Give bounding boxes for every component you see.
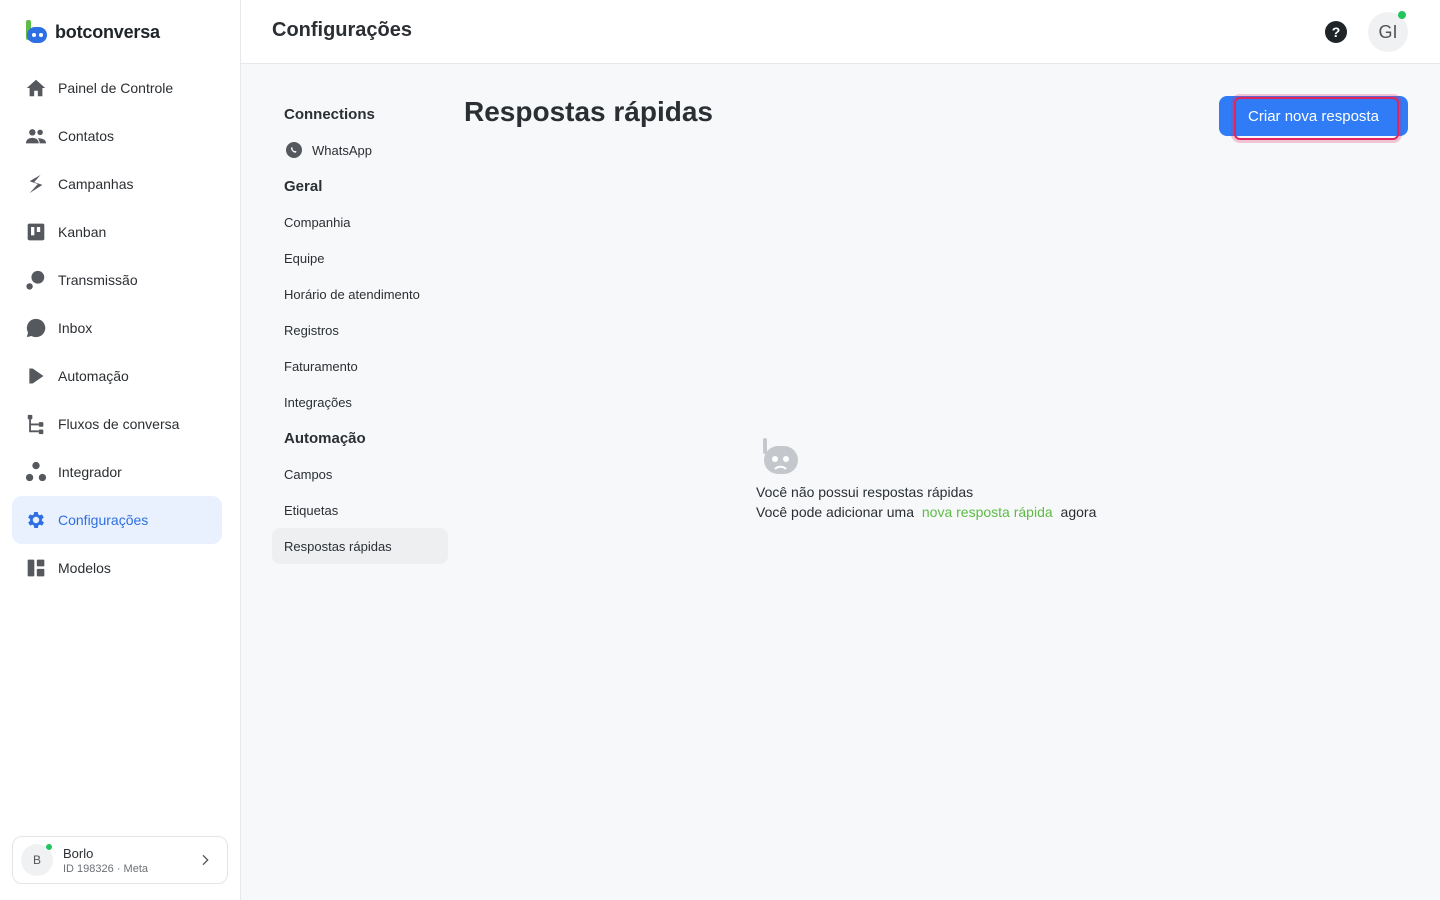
sidebar-item-modelos[interactable]: Modelos [12,544,222,592]
sidebar-item-label: Inbox [58,320,93,336]
chevron-right-icon [197,852,213,873]
subnav-item-whatsapp[interactable]: WhatsApp [272,132,448,168]
whatsapp-icon [286,142,302,158]
online-status-dot [1398,11,1406,19]
subnav-item-campos[interactable]: Campos [272,456,448,492]
sidebar-item-label: Configurações [58,512,149,528]
empty-hint-post: agora [1060,504,1097,520]
play-icon [24,364,48,388]
subnav-item-horario[interactable]: Horário de atendimento [272,276,448,312]
sad-robot-icon [760,438,800,478]
sidebar: botconversa Painel de Controle Contatos … [0,0,241,900]
sidebar-item-inbox[interactable]: Inbox [12,304,222,352]
flow-icon [24,412,48,436]
sidebar-item-configuracoes[interactable]: Configurações [12,496,222,544]
sidebar-item-transmissao[interactable]: Transmissão [12,256,222,304]
workspace-name: Borlo [63,845,94,861]
user-avatar[interactable]: GI [1368,11,1408,52]
subnav-item-registros[interactable]: Registros [272,312,448,348]
botconversa-logo-icon [24,20,47,44]
subnav-heading-connections: Connections [284,105,375,123]
page-title: Configurações [272,19,413,41]
integrator-icon [24,460,48,484]
top-header: Configurações ? GI [241,0,1440,64]
sidebar-item-contatos[interactable]: Contatos [12,112,222,160]
subnav-item-faturamento[interactable]: Faturamento [272,348,448,384]
sidebar-item-label: Modelos [58,560,111,576]
sidebar-item-label: Contatos [58,128,115,144]
sidebar-item-fluxos[interactable]: Fluxos de conversa [12,400,222,448]
empty-hint: Você pode adicionar uma nova resposta rá… [756,504,1096,520]
create-quick-reply-button[interactable]: Criar nova resposta [1219,96,1408,140]
sidebar-item-painel[interactable]: Painel de Controle [12,64,222,112]
empty-message: Você não possui respostas rápidas [756,484,974,500]
online-status-dot [45,843,53,851]
workspace-initial: B [32,853,41,867]
workspace-avatar: B [21,843,53,876]
gear-icon [24,508,48,532]
subnav-heading-automacao: Automação [284,429,366,447]
users-icon [24,124,48,148]
sidebar-item-label: Integrador [58,464,122,480]
sidebar-item-campanhas[interactable]: Campanhas [12,160,222,208]
help-icon[interactable]: ? [1325,21,1347,43]
empty-hint-pre: Você pode adicionar uma [756,504,914,520]
subnav-item-equipe[interactable]: Equipe [272,240,448,276]
section-title: Respostas rápidas [464,96,713,127]
subnav-item-integracoes[interactable]: Integrações [272,384,448,420]
workspace-switcher[interactable]: B Borlo ID 198326 · Meta [12,836,228,884]
brand-name: botconversa [55,21,160,42]
broadcast-icon [24,268,48,292]
sidebar-item-label: Transmissão [58,272,138,288]
sidebar-item-label: Campanhas [58,176,134,192]
empty-state: Você não possui respostas rápidas Você p… [756,438,1096,520]
home-icon [24,76,48,100]
templates-icon [24,556,48,580]
subnav-item-label: WhatsApp [312,142,372,158]
campaign-icon [24,172,48,196]
sidebar-item-label: Automação [58,368,129,384]
subnav-item-etiquetas[interactable]: Etiquetas [272,492,448,528]
new-quick-reply-link[interactable]: nova resposta rápida [922,504,1053,520]
settings-subnav: Connections WhatsApp Geral Companhia Equ… [272,96,448,564]
sidebar-item-kanban[interactable]: Kanban [12,208,222,256]
chat-bubble-icon [24,316,48,340]
subnav-item-respostas-rapidas[interactable]: Respostas rápidas [272,528,448,564]
user-initials: GI [1378,21,1398,42]
sidebar-item-label: Fluxos de conversa [58,416,180,432]
kanban-icon [24,220,48,244]
sidebar-item-automacao[interactable]: Automação [12,352,222,400]
subnav-heading-geral: Geral [284,177,323,195]
subnav-item-companhia[interactable]: Companhia [272,204,448,240]
sidebar-item-label: Painel de Controle [58,80,174,96]
brand[interactable]: botconversa [24,20,160,44]
create-button-label: Criar nova resposta [1248,107,1379,125]
workspace-id: ID 198326 · Meta [63,862,148,875]
sidebar-item-integrador[interactable]: Integrador [12,448,222,496]
main-nav: Painel de Controle Contatos Campanhas Ka… [12,64,222,592]
sidebar-item-label: Kanban [58,224,107,240]
